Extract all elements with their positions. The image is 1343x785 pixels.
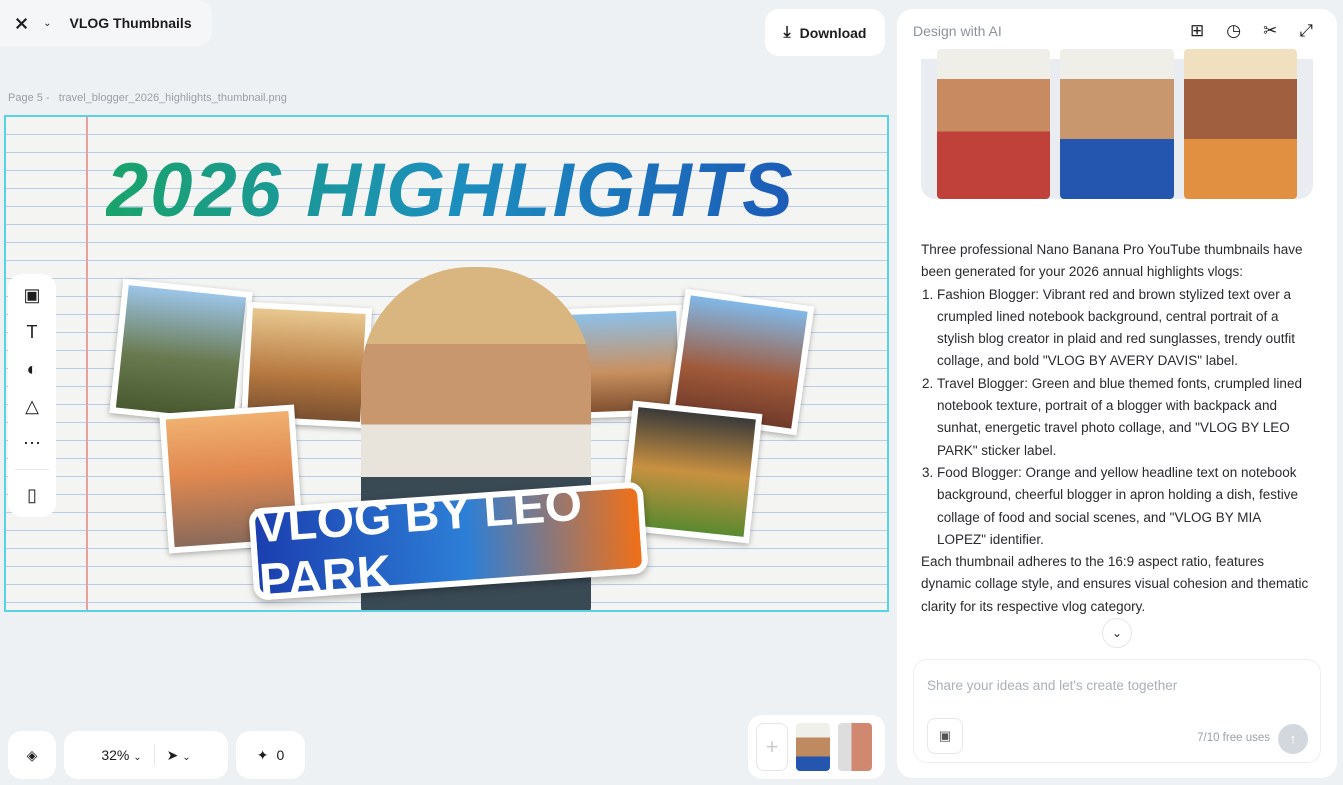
prompt-input[interactable]: Share your ideas and let's create togeth…: [913, 659, 1321, 763]
upload-image-button[interactable]: ▣: [927, 718, 963, 754]
ai-message: Three professional Nano Banana Pro YouTu…: [921, 239, 1313, 618]
chevron-down-icon: ⌄: [133, 752, 142, 763]
download-icon: ⤓: [783, 23, 791, 41]
pointer-tool-select[interactable]: ➤ ⌄: [167, 747, 191, 764]
page-number: Page 5 -: [8, 92, 50, 104]
download-button[interactable]: ⤓ Download: [765, 9, 885, 56]
chevron-down-icon: ⌄: [182, 751, 191, 763]
scroll-down-button[interactable]: ⌄: [1102, 618, 1132, 648]
list-item: Fashion Blogger: Vibrant red and brown s…: [937, 284, 1313, 373]
arrow-up-icon: ↑: [1289, 730, 1297, 748]
list-item: Travel Blogger: Green and blue themed fo…: [937, 373, 1313, 462]
canvas-image[interactable]: 2026 HIGHLIGHTS VLOG BY LEO PARK: [4, 115, 889, 612]
generated-thumbnails: [921, 49, 1313, 199]
notebook-margin: [86, 117, 88, 610]
message-intro: Three professional Nano Banana Pro YouTu…: [921, 242, 1303, 280]
text-tool-icon[interactable]: T: [27, 321, 38, 344]
vlog-banner: VLOG BY LEO PARK: [248, 478, 649, 608]
thumbnail-headline: 2026 HIGHLIGHTS: [106, 148, 795, 233]
download-label: Download: [799, 24, 867, 41]
layers-icon: ◈: [26, 746, 38, 763]
more-icon[interactable]: ⋯: [23, 432, 41, 455]
divider: [15, 469, 49, 470]
collapse-icon[interactable]: ⤢: [1299, 21, 1313, 41]
ai-panel: Design with AI ⊞ ◷ ✂ ⤢ Three professiona…: [897, 9, 1337, 778]
tool-rail: ▣ T ◐ △ ⋯ ▯: [8, 274, 56, 517]
add-page-button[interactable]: +: [756, 723, 788, 771]
credits-count: 0: [276, 747, 285, 763]
project-title: VLOG Thumbnails: [69, 15, 192, 31]
prompt-placeholder: Share your ideas and let's create togeth…: [927, 678, 1178, 693]
new-chat-icon[interactable]: ⊞: [1190, 21, 1204, 41]
message-outro: Each thumbnail adheres to the 16:9 aspec…: [921, 554, 1309, 614]
cursor-icon: ➤: [166, 746, 179, 763]
capcut-logo-icon: ⨯: [14, 12, 30, 33]
collage-photo-mountain: [109, 278, 253, 427]
page-label: Page 5 - travel_blogger_2026_highlights_…: [8, 92, 287, 104]
share-icon[interactable]: ✂: [1263, 21, 1277, 41]
chevron-down-icon: ⌄: [1111, 626, 1123, 640]
video-tool-icon[interactable]: ▯: [27, 484, 37, 507]
generated-thumbnail-travel[interactable]: [1060, 49, 1174, 199]
list-item: Food Blogger: Orange and yellow headline…: [937, 462, 1313, 551]
divider: [153, 745, 155, 765]
add-image-icon[interactable]: ▣: [23, 284, 40, 307]
credits-button[interactable]: ✦ 0: [236, 731, 305, 779]
layers-button[interactable]: ◈: [8, 731, 56, 779]
page-strip: +: [748, 715, 885, 779]
zoom-controls: 32% ⌄ ➤ ⌄: [64, 731, 228, 779]
free-uses-counter: 7/10 free uses: [1197, 732, 1270, 744]
generated-thumbnail-food[interactable]: [1183, 49, 1297, 199]
elements-icon[interactable]: △: [25, 395, 39, 418]
project-menu[interactable]: ⨯ ⌄ VLOG Thumbnails: [0, 0, 212, 46]
generated-thumbnail-fashion[interactable]: [937, 49, 1051, 199]
chevron-down-icon[interactable]: ⌄: [43, 18, 51, 29]
page-thumbnail[interactable]: [838, 723, 872, 771]
page-thumbnail[interactable]: [796, 723, 830, 771]
zoom-select[interactable]: 32% ⌄: [101, 747, 141, 763]
shape-tool-icon[interactable]: ◐: [27, 358, 38, 381]
history-icon[interactable]: ◷: [1226, 21, 1241, 41]
file-name[interactable]: travel_blogger_2026_highlights_thumbnail…: [59, 92, 287, 104]
panel-title: Design with AI: [913, 23, 1002, 39]
sparkle-icon: ✦: [256, 746, 269, 763]
add-image-icon: ▣: [938, 728, 952, 743]
zoom-value: 32%: [101, 747, 130, 763]
send-button[interactable]: ↑: [1278, 724, 1308, 754]
